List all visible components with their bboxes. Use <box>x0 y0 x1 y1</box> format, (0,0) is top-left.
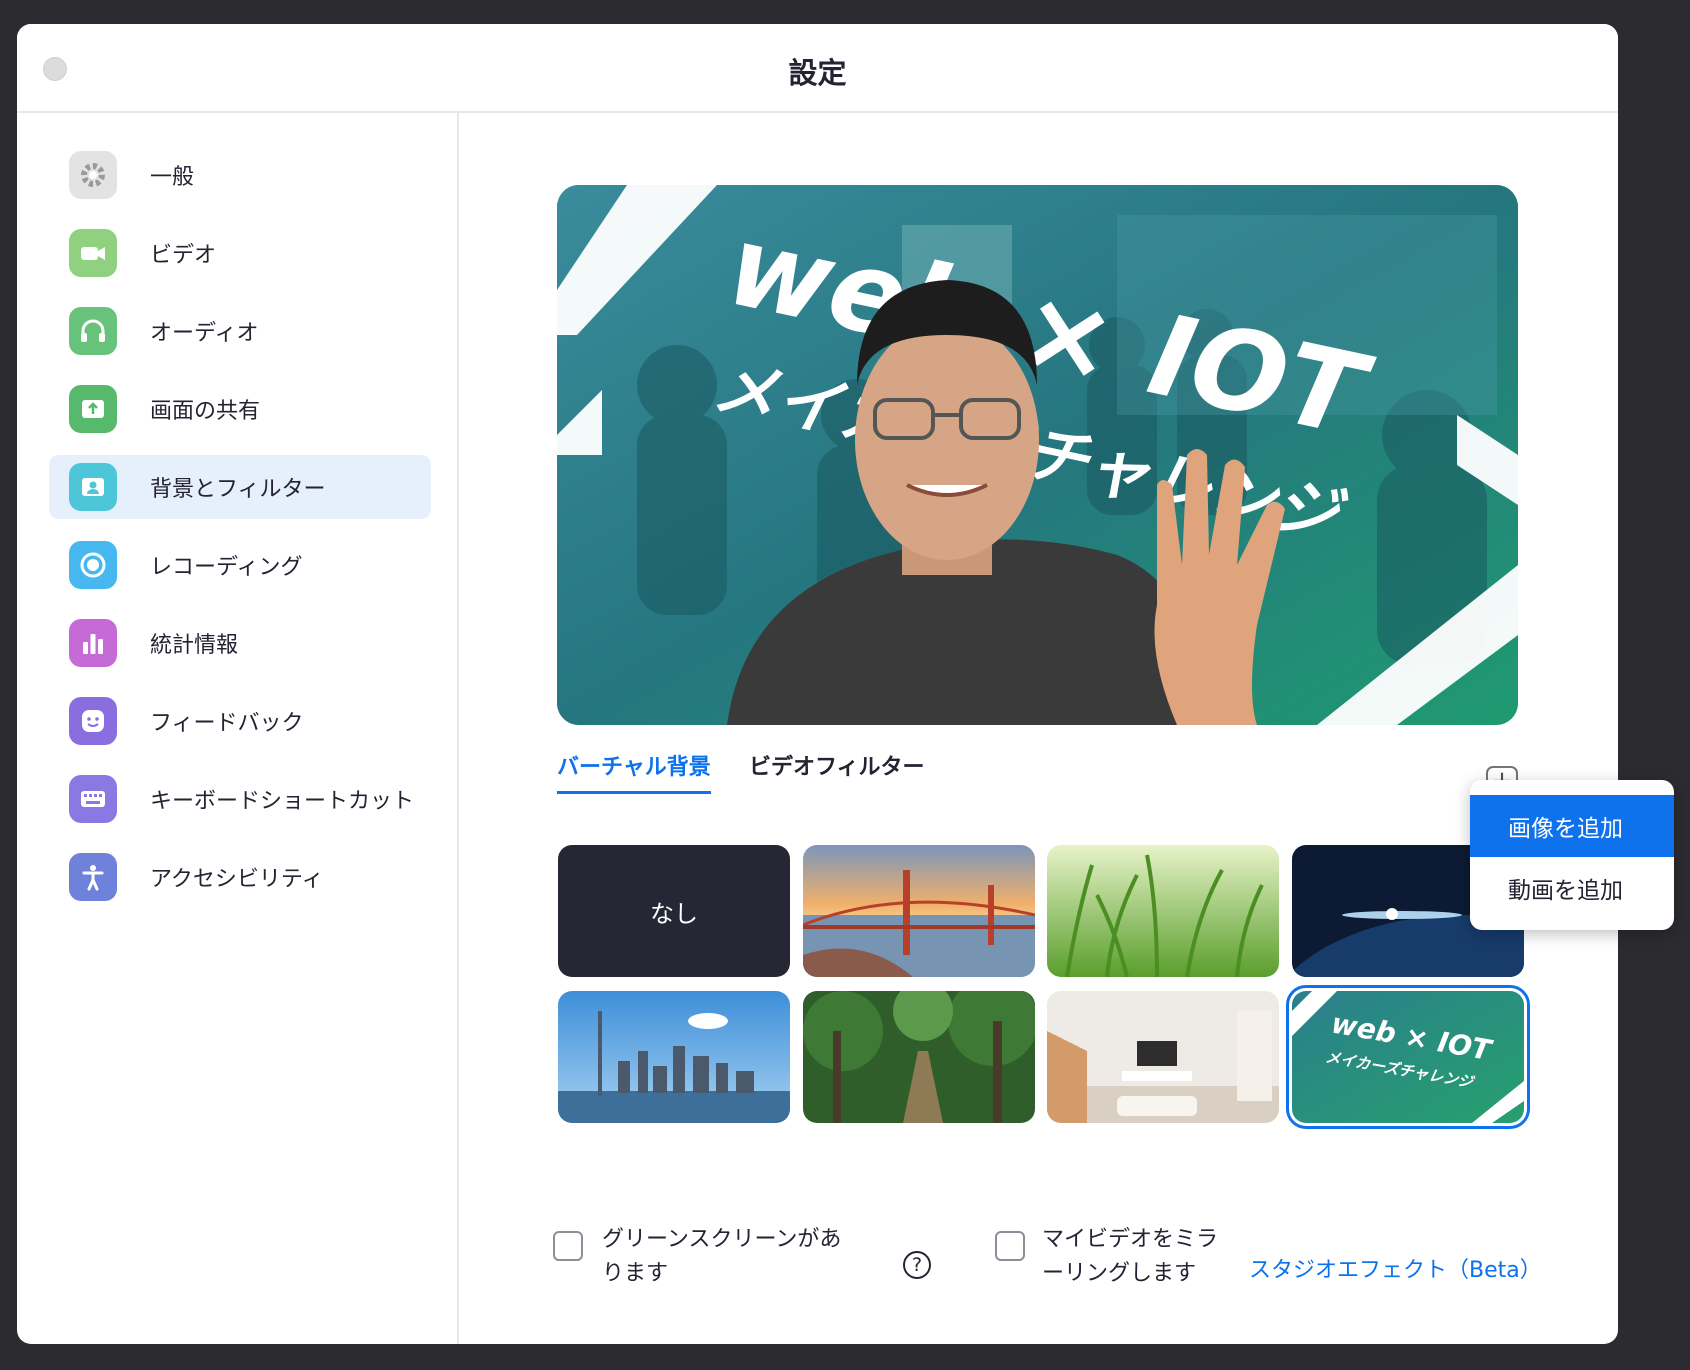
smiley-icon <box>69 697 117 745</box>
tab-video-filters[interactable]: ビデオフィルター <box>749 749 925 791</box>
background-living-room[interactable] <box>1047 991 1279 1123</box>
keyboard-icon <box>69 775 117 823</box>
background-tabs: バーチャル背景 ビデオフィルター <box>557 743 1518 794</box>
sidebar-item-label: ビデオ <box>150 243 217 268</box>
help-icon[interactable]: ? <box>903 1251 931 1279</box>
accessibility-icon <box>69 853 117 901</box>
sidebar-item-label: 一般 <box>150 165 195 190</box>
sidebar-item-label: アクセシビリティ <box>150 867 324 892</box>
add-background-menu: 画像を追加 動画を追加 <box>1470 780 1674 930</box>
sidebar-item-statistics[interactable]: 統計情報 <box>49 611 431 675</box>
sidebar-item-share-screen[interactable]: 画面の共有 <box>49 377 431 441</box>
sidebar: 一般 ビデオ オーディオ 画面の共有 背景とフィルター レコーディング 統計情報… <box>17 113 459 1344</box>
headphones-icon <box>69 307 117 355</box>
sidebar-item-general[interactable]: 一般 <box>49 143 431 207</box>
main-panel: web × IOT メイカーズチャレンジ <box>461 113 1618 1344</box>
menu-item-add-video[interactable]: 動画を追加 <box>1470 857 1674 919</box>
menu-item-add-image[interactable]: 画像を追加 <box>1470 795 1674 857</box>
background-web-iot[interactable]: web × IOT メイカーズチャレンジ <box>1286 985 1530 1129</box>
studio-effects-link[interactable]: スタジオエフェクト（Beta） <box>1249 1252 1542 1284</box>
video-camera-icon <box>69 229 117 277</box>
person-background-icon <box>69 463 117 511</box>
window-title: 設定 <box>788 56 847 90</box>
sidebar-item-keyboard-shortcuts[interactable]: キーボードショートカット <box>49 767 431 831</box>
background-none[interactable]: なし <box>558 845 790 977</box>
background-grass[interactable] <box>1047 845 1279 977</box>
sidebar-item-label: 背景とフィルター <box>150 477 326 502</box>
sidebar-item-accessibility[interactable]: アクセシビリティ <box>49 845 431 909</box>
gear-icon <box>69 151 117 199</box>
sidebar-item-label: フィードバック <box>150 711 304 736</box>
settings-window: 設定 一般 ビデオ オーディオ 画面の共有 背景とフィルター レコーディング 統… <box>17 24 1618 1344</box>
background-forest[interactable] <box>803 991 1035 1123</box>
options-bar: グリーンスクリーンがあ ります ? マイビデオをミラ ーリングします スタジオエ… <box>461 1223 1618 1323</box>
mirror-video-checkbox[interactable] <box>995 1231 1025 1261</box>
tab-virtual-background[interactable]: バーチャル背景 <box>557 749 711 794</box>
sidebar-item-label: キーボードショートカット <box>150 789 415 814</box>
sidebar-item-recording[interactable]: レコーディング <box>49 533 431 597</box>
sidebar-item-video[interactable]: ビデオ <box>49 221 431 285</box>
background-toronto[interactable] <box>558 991 790 1123</box>
video-preview: web × IOT メイカーズチャレンジ <box>557 185 1518 725</box>
background-golden-gate[interactable] <box>803 845 1035 977</box>
green-screen-label: グリーンスクリーンがあ ります <box>602 1227 842 1286</box>
sidebar-item-label: 統計情報 <box>150 633 239 658</box>
share-screen-icon <box>69 385 117 433</box>
title-bar: 設定 <box>17 24 1618 113</box>
sidebar-item-feedback[interactable]: フィードバック <box>49 689 431 753</box>
record-icon <box>69 541 117 589</box>
sidebar-item-audio[interactable]: オーディオ <box>49 299 431 363</box>
mirror-video-label: マイビデオをミラ ーリングします <box>1042 1227 1219 1286</box>
sidebar-item-label: オーディオ <box>150 321 259 346</box>
sidebar-item-label: レコーディング <box>150 555 303 580</box>
green-screen-checkbox[interactable] <box>553 1231 583 1261</box>
background-none-label: なし <box>650 899 698 928</box>
sidebar-item-label: 画面の共有 <box>150 399 261 424</box>
bar-chart-icon <box>69 619 117 667</box>
sidebar-item-background-filters[interactable]: 背景とフィルター <box>49 455 431 519</box>
